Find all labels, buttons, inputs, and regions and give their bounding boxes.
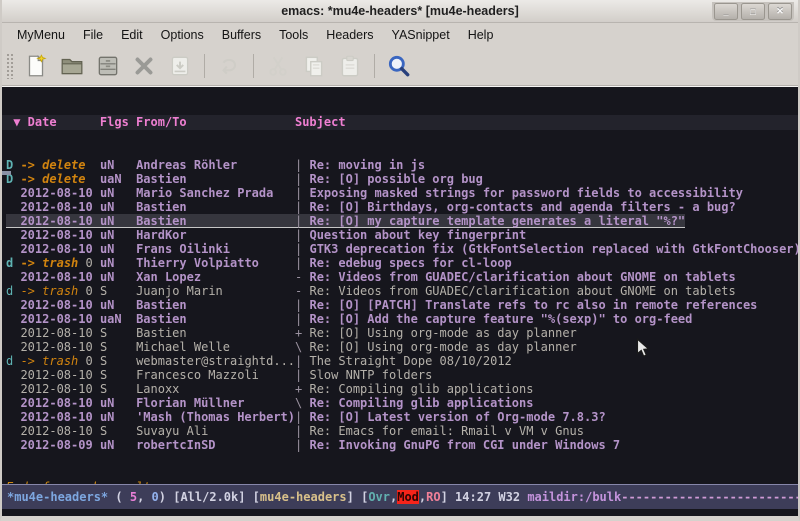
save-icon[interactable] <box>93 52 123 80</box>
toolbar <box>2 47 798 86</box>
message-row[interactable]: 2012-08-10 uN 'Mash (Thomas Herbert)| Re… <box>2 410 798 424</box>
toolbar-separator <box>374 54 375 78</box>
modeline-segment: ( <box>108 490 130 504</box>
menu-item-edit[interactable]: Edit <box>112 25 152 45</box>
scrollbar-thumb[interactable] <box>2 171 11 175</box>
minimize-button[interactable]: _ <box>714 3 738 20</box>
modeline-segment: ] 14:27 W32 <box>441 490 528 504</box>
menu-item-mymenu[interactable]: MyMenu <box>8 25 74 45</box>
message-row[interactable]: 2012-08-10 uN Bastien | Re: [O] Birthday… <box>2 200 798 214</box>
menu-item-tools[interactable]: Tools <box>270 25 317 45</box>
message-row[interactable]: d -> trash 0 S webmaster@straightd...| T… <box>2 354 798 368</box>
current-message-highlight: 2012-08-10 uN Bastien | Re: [O] my captu… <box>6 214 685 228</box>
save-as-icon <box>165 52 195 80</box>
modeline-segment: ) [All/2.0k] [ <box>159 490 260 504</box>
message-row[interactable]: 2012-08-10 uN HardKor | Question about k… <box>2 228 798 242</box>
modeline-segment: *mu4e-headers* <box>7 490 108 504</box>
message-row[interactable]: 2012-08-10 uaN Bastien | Re: [O] Add the… <box>2 312 798 326</box>
modeline-segment: Ovr <box>368 490 390 504</box>
menu-item-options[interactable]: Options <box>152 25 213 45</box>
maximize-button[interactable]: □ <box>741 3 765 20</box>
message-list: D -> delete uN Andreas Röhler | Re: movi… <box>2 158 798 452</box>
message-row[interactable]: 2012-08-10 uN Frans Oilinki | GTK3 depre… <box>2 242 798 256</box>
window-title: emacs: *mu4e-headers* [mu4e-headers] <box>2 4 798 18</box>
title-bar[interactable]: emacs: *mu4e-headers* [mu4e-headers] _ □… <box>2 0 798 23</box>
message-row[interactable]: d -> trash 0 S Juanjo Marin - Re: Videos… <box>2 284 798 298</box>
message-row[interactable]: 2012-08-10 S Suvayu Ali | Re: Emacs for … <box>2 424 798 438</box>
toolbar-drag-handle[interactable] <box>6 53 13 79</box>
modeline-segment: RO <box>426 490 440 504</box>
toolbar-separator <box>204 54 205 78</box>
undo-icon <box>214 52 244 80</box>
emacs-window: emacs: *mu4e-headers* [mu4e-headers] _ □… <box>0 0 800 521</box>
menu-item-file[interactable]: File <box>74 25 112 45</box>
menu-item-help[interactable]: Help <box>459 25 503 45</box>
toolbar-separator <box>253 54 254 78</box>
message-row[interactable]: D -> delete uaN Bastien | Re: [O] possib… <box>2 172 798 186</box>
modeline-segment: 0 <box>152 490 159 504</box>
message-row[interactable]: d -> trash 0 uN Thierry Volpiatto | Re: … <box>2 256 798 270</box>
end-of-search-results: End of search results <box>2 480 798 484</box>
modeline-segment: ----------------------------------------… <box>621 490 798 504</box>
message-row[interactable]: 2012-08-10 uN Bastien | Re: [O] my captu… <box>2 214 798 228</box>
menu-bar: MyMenuFileEditOptionsBuffersToolsHeaders… <box>2 23 798 47</box>
message-row[interactable]: 2012-08-10 uN Xan Lopez - Re: Videos fro… <box>2 270 798 284</box>
message-row[interactable]: 2012-08-10 S Lanoxx + Re: Compiling glib… <box>2 382 798 396</box>
modeline-segment: ] [ <box>347 490 369 504</box>
menu-item-buffers[interactable]: Buffers <box>213 25 270 45</box>
modeline-segment: , <box>419 490 426 504</box>
copy-icon <box>299 52 329 80</box>
modeline-segment: mu4e-headers <box>260 490 347 504</box>
window-controls: _ □ ✕ <box>712 2 794 21</box>
message-row[interactable]: 2012-08-09 uN robertcInSD | Re: Invoking… <box>2 438 798 452</box>
mode-line: *mu4e-headers* ( 5, 0) [All/2.0k] [mu4e-… <box>2 484 798 509</box>
search-icon[interactable] <box>384 52 414 80</box>
delete-icon[interactable] <box>129 52 159 80</box>
message-row[interactable]: 2012-08-10 S Michael Welle \ Re: [O] Usi… <box>2 340 798 354</box>
paste-icon <box>335 52 365 80</box>
mu4e-headers-buffer[interactable]: ▼ Date Flgs From/To Subject D -> delete … <box>2 86 798 484</box>
minibuffer-echo-area[interactable] <box>2 509 798 516</box>
message-row[interactable]: D -> delete uN Andreas Röhler | Re: movi… <box>2 158 798 172</box>
menu-item-yasnippet[interactable]: YASnippet <box>383 25 459 45</box>
new-file-icon[interactable] <box>21 52 51 80</box>
cut-icon <box>263 52 293 80</box>
menu-item-headers[interactable]: Headers <box>317 25 382 45</box>
modeline-segment: , <box>390 490 397 504</box>
headers-column-header: ▼ Date Flgs From/To Subject <box>2 115 798 130</box>
modeline-segment: Mod <box>397 490 419 504</box>
message-row[interactable]: 2012-08-10 uN Florian Müllner \ Re: Comp… <box>2 396 798 410</box>
close-button[interactable]: ✕ <box>768 3 792 20</box>
message-row[interactable]: 2012-08-10 uN Mario Sanchez Prada | Expo… <box>2 186 798 200</box>
message-row[interactable]: 2012-08-10 uN Bastien | Re: [O] [PATCH] … <box>2 298 798 312</box>
open-folder-icon[interactable] <box>57 52 87 80</box>
message-row[interactable]: 2012-08-10 S Francesco Mazzoli | Slow NN… <box>2 368 798 382</box>
modeline-segment: , <box>137 490 151 504</box>
message-row[interactable]: 2012-08-10 S Bastien + Re: [O] Using org… <box>2 326 798 340</box>
modeline-segment: maildir:/bulk <box>527 490 621 504</box>
mouse-cursor <box>634 338 652 363</box>
modeline-segment: 5 <box>130 490 137 504</box>
